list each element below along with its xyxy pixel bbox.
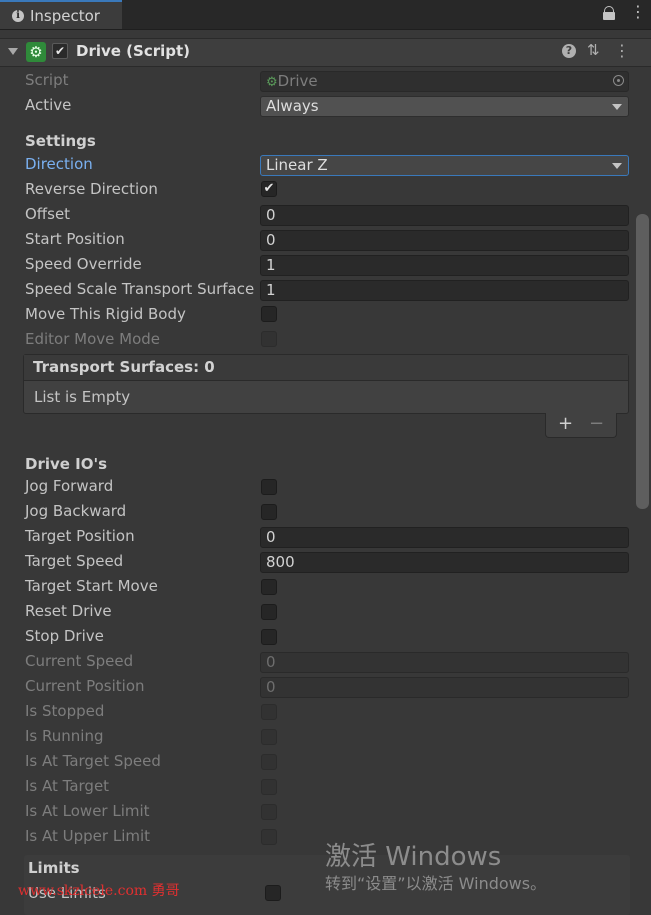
start-position-label: Start Position [25,230,125,248]
is-at-lower-limit-checkbox [261,804,277,820]
presets-icon[interactable]: ⇅ [587,41,600,59]
jog-forward-label: Jog Forward [25,477,114,495]
gear-icon: ⚙ [26,42,46,62]
speed-override-field[interactable]: 1 [260,255,629,276]
editor-move-mode-checkbox [261,331,277,347]
tab-inspector[interactable]: i Inspector [0,0,122,30]
reverse-direction-checkbox[interactable]: ✔ [261,181,277,197]
direction-label: Direction [25,155,93,173]
is-at-lower-limit-label: Is At Lower Limit [25,802,150,820]
list-footer: + − [545,413,617,438]
jog-backward-checkbox[interactable] [261,504,277,520]
info-icon: i [12,10,24,22]
target-position-field[interactable]: 0 [260,527,629,548]
activate-windows-subtitle: 转到“设置”以激活 Windows。 [325,874,547,893]
is-running-checkbox [261,729,277,745]
editor-move-mode-label: Editor Move Mode [25,330,161,348]
add-element-button[interactable]: + [558,413,573,434]
component-enabled-checkbox[interactable]: ✔ [52,43,68,59]
script-gear-icon: ⚙ [266,75,278,90]
list-header[interactable]: Transport Surfaces: 0 [24,355,628,381]
target-start-move-label: Target Start Move [25,577,158,595]
is-running-label: Is Running [25,727,104,745]
settings-heading: Settings [25,132,96,150]
is-stopped-checkbox [261,704,277,720]
current-position-label: Current Position [25,677,145,695]
divider [0,29,651,30]
list-empty-text: List is Empty [34,388,131,406]
tab-bar: i Inspector ⋮ [0,0,651,30]
jog-forward-checkbox[interactable] [261,479,277,495]
kebab-menu-icon[interactable]: ⋮ [630,4,646,20]
component-title: Drive (Script) [76,42,191,60]
foldout-arrow-icon[interactable] [8,48,18,55]
active-value: Always [266,97,319,115]
object-picker-icon[interactable] [613,75,624,86]
offset-field[interactable]: 0 [260,205,629,226]
chevron-down-icon [612,163,622,169]
target-position-label: Target Position [25,527,135,545]
help-icon[interactable]: ? [562,44,576,58]
jog-backward-label: Jog Backward [25,502,127,520]
use-limits-checkbox[interactable] [265,885,281,901]
stop-drive-label: Stop Drive [25,627,104,645]
current-speed-label: Current Speed [25,652,134,670]
direction-dropdown[interactable]: Linear Z [260,155,629,176]
move-rigid-body-checkbox[interactable] [261,306,277,322]
activate-windows-title: 激活 Windows [325,842,502,872]
script-label: Script [25,71,69,89]
speed-override-label: Speed Override [25,255,142,273]
stop-drive-checkbox[interactable] [261,629,277,645]
reverse-direction-label: Reverse Direction [25,180,158,198]
is-at-target-speed-label: Is At Target Speed [25,752,161,770]
component-header[interactable]: ⚙ ✔ Drive (Script) ? ⇅ ⋮ [0,38,651,67]
reset-drive-label: Reset Drive [25,602,112,620]
script-value: Drive [277,72,318,90]
active-dropdown[interactable]: Always [260,96,629,117]
transport-surfaces-list: Transport Surfaces: 0 List is Empty [23,354,629,414]
direction-value: Linear Z [266,156,328,174]
script-object-field[interactable]: ⚙Drive [260,71,629,92]
speed-scale-label: Speed Scale Transport Surface [25,280,255,298]
site-watermark: www.skzlcele.com 勇哥 [18,883,180,899]
is-at-target-label: Is At Target [25,777,110,795]
target-speed-field[interactable]: 800 [260,552,629,573]
chevron-down-icon [612,104,622,110]
move-rigid-body-label: Move This Rigid Body [25,305,186,323]
is-at-upper-limit-label: Is At Upper Limit [25,827,151,845]
active-label: Active [25,96,72,114]
is-at-target-speed-checkbox [261,754,277,770]
target-start-move-checkbox[interactable] [261,579,277,595]
remove-element-button[interactable]: − [589,413,604,434]
list-title: Transport Surfaces: 0 [33,358,215,376]
start-position-field[interactable]: 0 [260,230,629,251]
current-speed-field: 0 [260,652,629,673]
is-at-target-checkbox [261,779,277,795]
lock-body [603,12,615,20]
kebab-menu-icon[interactable]: ⋮ [614,41,630,60]
limits-heading: Limits [28,859,80,877]
target-speed-label: Target Speed [25,552,124,570]
speed-scale-field[interactable]: 1 [260,280,629,301]
tab-label: Inspector [30,7,100,25]
drive-ios-heading: Drive IO's [25,455,108,473]
is-stopped-label: Is Stopped [25,702,105,720]
is-at-upper-limit-checkbox [261,829,277,845]
reset-drive-checkbox[interactable] [261,604,277,620]
current-position-field: 0 [260,677,629,698]
scrollbar-thumb[interactable] [636,214,649,509]
offset-label: Offset [25,205,71,223]
